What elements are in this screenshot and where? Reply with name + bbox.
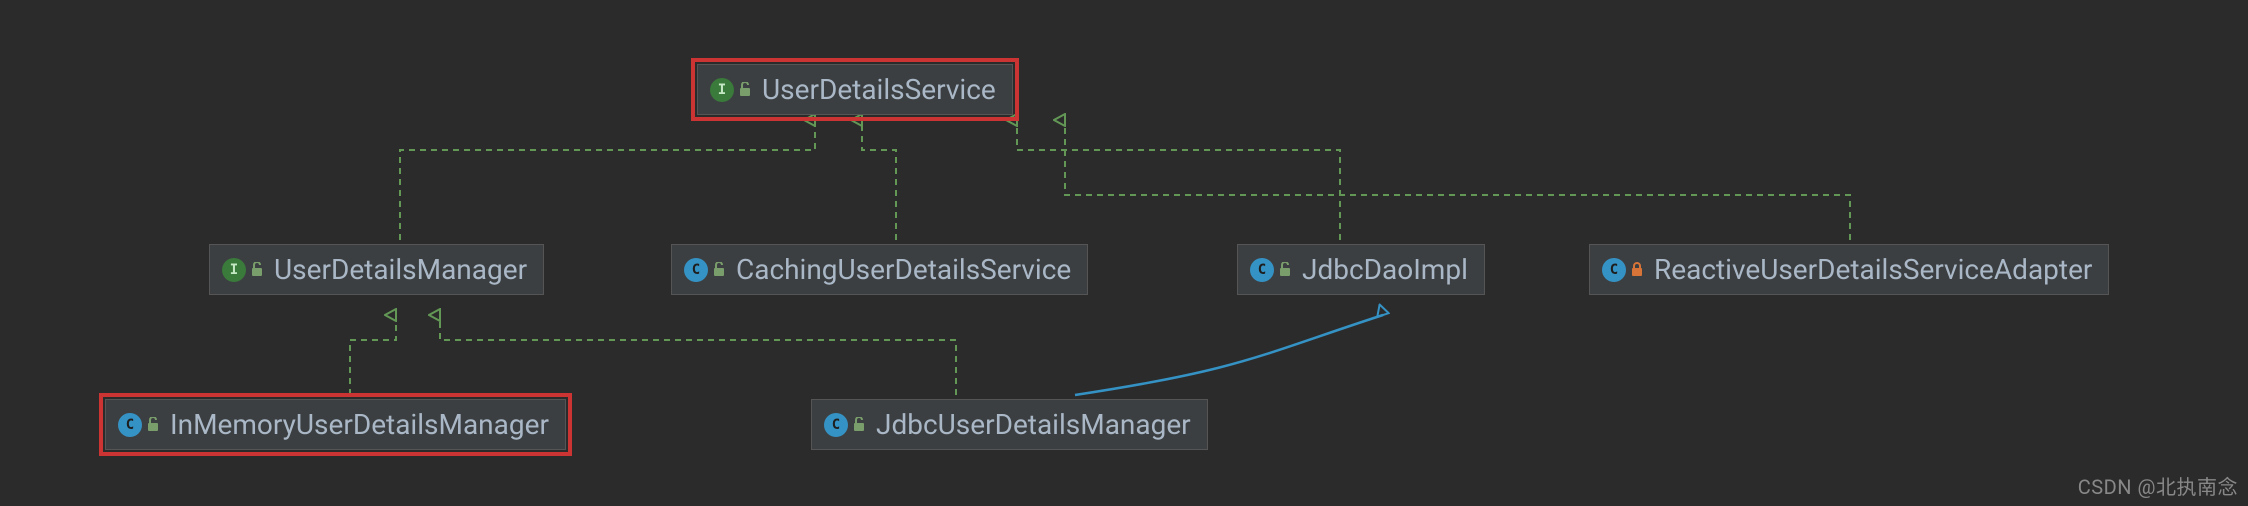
type-class-icon: C [1602, 258, 1644, 282]
node-label: InMemoryUserDetailsManager [170, 408, 549, 441]
lock-open-icon [712, 262, 726, 278]
type-interface-icon: I [222, 258, 264, 282]
type-class-icon: C [1250, 258, 1292, 282]
node-caching-user-details-service: C CachingUserDetailsService [671, 244, 1088, 295]
node-label: UserDetailsService [762, 73, 996, 106]
node-label: UserDetailsManager [274, 253, 527, 286]
lock-open-icon [738, 82, 752, 98]
type-class-icon: C [118, 413, 160, 437]
lock-open-icon [146, 417, 160, 433]
lock-closed-icon [1630, 262, 1644, 278]
node-user-details-service: I UserDetailsService [697, 64, 1013, 115]
type-class-icon: C [824, 413, 866, 437]
watermark-text: CSDN @北执南念 [2078, 471, 2238, 500]
lock-open-icon [250, 262, 264, 278]
node-jdbc-user-details-manager: C JdbcUserDetailsManager [811, 399, 1208, 450]
node-label: CachingUserDetailsService [736, 253, 1071, 286]
type-interface-icon: I [710, 78, 752, 102]
lock-open-icon [1278, 262, 1292, 278]
type-class-icon: C [684, 258, 726, 282]
node-label: JdbcUserDetailsManager [876, 408, 1191, 441]
node-jdbc-dao-impl: C JdbcDaoImpl [1237, 244, 1485, 295]
node-in-memory-user-details-manager: C InMemoryUserDetailsManager [105, 399, 566, 450]
node-user-details-manager: I UserDetailsManager [209, 244, 544, 295]
node-label: ReactiveUserDetailsServiceAdapter [1654, 253, 2092, 286]
node-label: JdbcDaoImpl [1302, 253, 1468, 286]
node-reactive-user-details-service-adapter: C ReactiveUserDetailsServiceAdapter [1589, 244, 2109, 295]
lock-open-icon [852, 417, 866, 433]
